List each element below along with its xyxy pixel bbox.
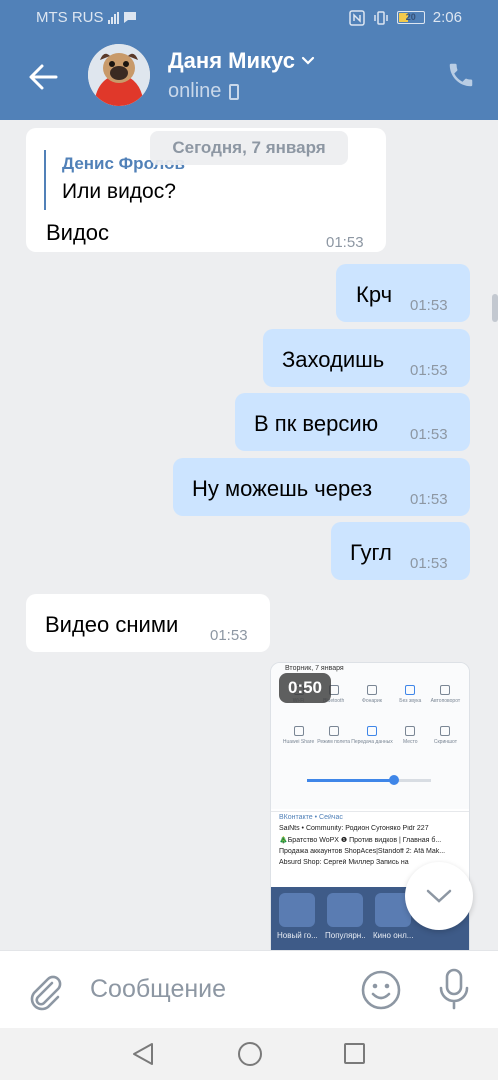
outgoing-message[interactable]: Крч 01:53 bbox=[336, 264, 470, 322]
qs-label: Режим полета bbox=[317, 739, 351, 745]
nfc-icon bbox=[349, 9, 365, 26]
outgoing-message[interactable]: В пк версию 01:53 bbox=[235, 393, 470, 451]
app-label: Популярн... bbox=[325, 931, 365, 940]
notification-line: ВКонтакте • Сейчас bbox=[279, 814, 343, 821]
message-notification-icon bbox=[123, 12, 136, 23]
message-text: Ну можешь через bbox=[192, 476, 373, 501]
message-text: Видос bbox=[46, 220, 110, 245]
notification-line: SaiNts • Community: Родион Сугоняко Pidr… bbox=[279, 825, 429, 832]
nav-recents-icon[interactable] bbox=[344, 1043, 365, 1064]
reply-quote-bar bbox=[44, 150, 46, 210]
message-list[interactable]: Денис Фролов Или видос? Видос 01:53 Сего… bbox=[0, 120, 498, 950]
notification-line: Продажа аккаунтов ShopAces|Standoff 2: Ä… bbox=[279, 848, 446, 855]
online-status: online bbox=[168, 80, 222, 102]
contact-status: online bbox=[168, 80, 240, 103]
qs-label: Место bbox=[403, 739, 418, 745]
qs-label: Huawei Share bbox=[282, 739, 315, 745]
app-label: Новый го... bbox=[277, 931, 317, 940]
qs-label: Скриншот bbox=[433, 739, 457, 745]
message-text: Крч bbox=[356, 282, 393, 307]
video-screen-date: Вторник, 7 января bbox=[285, 665, 344, 672]
qs-label: Фонарик bbox=[362, 698, 382, 704]
reply-text: Или видос? bbox=[62, 180, 176, 203]
battery-icon: 20 bbox=[396, 11, 425, 24]
video-duration: 0:50 bbox=[279, 673, 331, 703]
qs-label: Передача данных bbox=[351, 739, 393, 745]
message-time: 01:53 bbox=[410, 491, 448, 508]
chat-header: Даня Микус online bbox=[0, 34, 498, 120]
back-arrow-icon[interactable] bbox=[26, 60, 60, 94]
message-text: В пк версию bbox=[254, 411, 379, 436]
qs-label: Без звука bbox=[399, 698, 422, 704]
signal-icon bbox=[107, 11, 119, 24]
avatar[interactable] bbox=[88, 44, 150, 106]
phone-icon[interactable] bbox=[446, 60, 476, 90]
message-time: 01:53 bbox=[410, 297, 448, 314]
system-navigation-bar bbox=[0, 1028, 498, 1080]
date-separator: Сегодня, 7 января bbox=[150, 131, 348, 165]
outgoing-message[interactable]: Гугл 01:53 bbox=[331, 522, 470, 580]
microphone-icon[interactable] bbox=[436, 967, 472, 1011]
contact-name-text: Даня Микус bbox=[168, 48, 295, 73]
paperclip-icon[interactable] bbox=[24, 971, 64, 1011]
mobile-device-icon bbox=[229, 83, 240, 100]
message-text: Видео сними bbox=[45, 612, 179, 637]
message-time: 01:53 bbox=[210, 627, 248, 644]
composer: Сообщение bbox=[0, 950, 498, 1028]
status-bar: MTS RUS 20 2:06 bbox=[0, 0, 498, 34]
message-time: 01:53 bbox=[410, 426, 448, 443]
outgoing-message[interactable]: Заходишь 01:53 bbox=[263, 329, 470, 387]
message-text: Заходишь bbox=[282, 347, 385, 372]
message-time: 01:53 bbox=[326, 234, 364, 251]
clock: 2:06 bbox=[432, 9, 462, 26]
incoming-message[interactable]: Видео сними 01:53 bbox=[26, 594, 270, 652]
message-time: 01:53 bbox=[410, 555, 448, 572]
scroll-down-button[interactable] bbox=[405, 862, 473, 930]
chevron-down-icon[interactable] bbox=[301, 56, 315, 66]
outgoing-message[interactable]: Ну можешь через 01:53 bbox=[173, 458, 470, 516]
nav-back-icon[interactable] bbox=[130, 1042, 156, 1066]
carrier-name: MTS RUS bbox=[36, 9, 104, 26]
app-label: Кино онл... bbox=[373, 931, 413, 940]
scrollbar[interactable] bbox=[492, 294, 498, 322]
qs-label: Автоповорот bbox=[430, 698, 461, 704]
contact-name[interactable]: Даня Микус bbox=[168, 48, 315, 74]
message-text: Гугл bbox=[350, 540, 392, 565]
nav-home-icon[interactable] bbox=[238, 1042, 262, 1066]
battery-level: 20 bbox=[405, 12, 416, 22]
brightness-slider bbox=[307, 775, 431, 785]
emoji-icon[interactable] bbox=[360, 969, 402, 1011]
notification-line: 🎄Братство WoPX ❶ Против видков | Главная… bbox=[279, 837, 442, 844]
scroll-down-chevron-icon bbox=[426, 889, 452, 903]
vibrate-icon bbox=[374, 10, 388, 25]
message-time: 01:53 bbox=[410, 362, 448, 379]
message-input[interactable]: Сообщение bbox=[90, 975, 226, 1004]
